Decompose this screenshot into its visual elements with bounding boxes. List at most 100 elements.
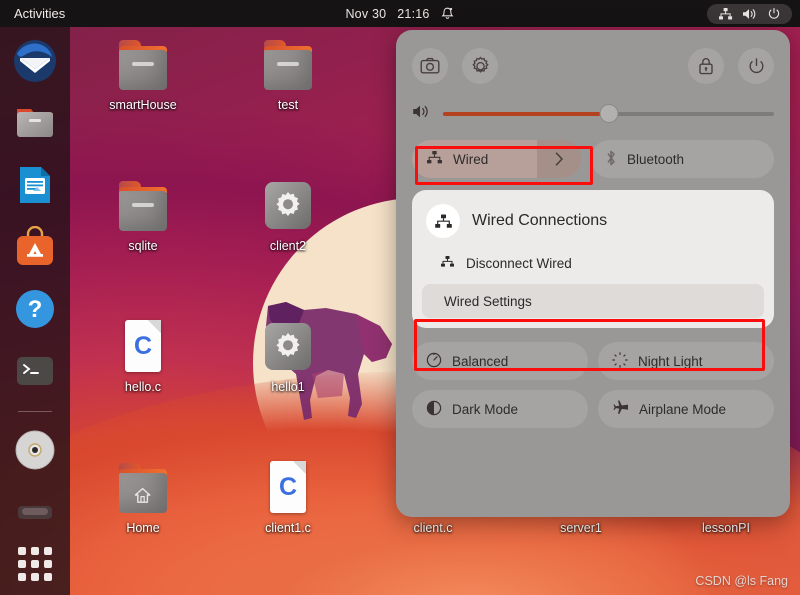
performance-gauge-icon bbox=[426, 352, 442, 371]
desktop-icon-test[interactable]: test bbox=[234, 36, 342, 112]
network-toggle-row: Wired Bluetooth bbox=[412, 140, 774, 178]
quick-toggles-grid: Balanced Night Light Dark Mode Airplane … bbox=[412, 342, 774, 428]
c-source-file-icon: C bbox=[114, 318, 172, 374]
wired-network-icon bbox=[426, 150, 443, 168]
desktop-icon-client1-c[interactable]: C client1.c bbox=[234, 459, 342, 535]
desktop-icon-label: smartHouse bbox=[109, 98, 177, 112]
night-light-toggle[interactable]: Night Light bbox=[598, 342, 774, 380]
desktop-icon-smarthouse[interactable]: smartHouse bbox=[89, 36, 197, 112]
power-icon bbox=[767, 7, 781, 21]
desktop-icon-hello-c[interactable]: C hello.c bbox=[89, 318, 197, 394]
night-light-toggle-label: Night Light bbox=[638, 353, 703, 369]
lock-icon bbox=[699, 58, 713, 75]
folder-icon bbox=[114, 177, 172, 233]
grid-dot bbox=[31, 573, 39, 581]
wired-network-icon bbox=[440, 255, 455, 271]
desktop-icon-label: sqlite bbox=[128, 239, 158, 253]
clock-area[interactable]: Nov 30 21:16 bbox=[345, 6, 454, 21]
desktop-icon-label: Home bbox=[126, 521, 160, 535]
desktop-icon-label: hello1 bbox=[271, 380, 305, 394]
screenshot-button[interactable] bbox=[412, 48, 448, 84]
airplane-icon bbox=[612, 400, 629, 419]
wired-settings-label: Wired Settings bbox=[444, 293, 532, 309]
executable-gear-icon bbox=[259, 318, 317, 374]
watermark: CSDN @ls Fang bbox=[695, 574, 788, 588]
grid-dot bbox=[18, 573, 26, 581]
grid-dot bbox=[44, 547, 52, 555]
bluetooth-toggle-label: Bluetooth bbox=[627, 151, 685, 167]
desktop-icon-label: server1 bbox=[560, 521, 602, 535]
wired-toggle[interactable]: Wired bbox=[412, 140, 581, 178]
airplane-mode-toggle-label: Airplane Mode bbox=[639, 401, 727, 417]
disconnect-wired-label: Disconnect Wired bbox=[466, 255, 572, 271]
lock-button[interactable] bbox=[688, 48, 724, 84]
bluetooth-toggle[interactable]: Bluetooth bbox=[591, 140, 774, 178]
balanced-toggle[interactable]: Balanced bbox=[412, 342, 588, 380]
volume-slider[interactable] bbox=[443, 104, 774, 123]
power-icon bbox=[749, 57, 763, 73]
svg-text:?: ? bbox=[28, 296, 43, 323]
bluetooth-icon bbox=[605, 149, 617, 170]
activities-button[interactable]: Activities bbox=[14, 6, 65, 21]
volume-icon bbox=[742, 7, 758, 21]
dock-separator bbox=[18, 411, 52, 412]
desktop-icon-label: hello.c bbox=[124, 380, 162, 394]
chevron-right-icon[interactable] bbox=[537, 140, 581, 178]
grid-dot bbox=[18, 560, 26, 568]
c-source-file-icon: C bbox=[259, 459, 317, 515]
executable-gear-icon bbox=[259, 177, 317, 233]
top-bar: Activities Nov 30 21:16 bbox=[0, 0, 800, 27]
dock-item-cd-drive[interactable] bbox=[11, 426, 59, 474]
dark-mode-toggle[interactable]: Dark Mode bbox=[412, 390, 588, 428]
desktop-icon-label: client2 bbox=[269, 239, 307, 253]
screenshot-icon bbox=[420, 57, 440, 74]
wired-toggle-label: Wired bbox=[453, 151, 489, 167]
dock-item-thunderbird[interactable] bbox=[11, 37, 59, 85]
dock-item-terminal[interactable] bbox=[11, 347, 59, 395]
folder-icon bbox=[114, 36, 172, 92]
power-button[interactable] bbox=[738, 48, 774, 84]
clock-date: Nov 30 bbox=[345, 6, 387, 21]
dock-item-libreoffice-writer[interactable] bbox=[11, 161, 59, 209]
disconnect-wired-item[interactable]: Disconnect Wired bbox=[422, 246, 764, 280]
desktop-icon-label: client1.c bbox=[265, 521, 311, 535]
desktop-icon-label: client.c bbox=[413, 521, 453, 535]
system-menu-button[interactable] bbox=[707, 3, 792, 24]
settings-gear-icon bbox=[471, 56, 489, 73]
wired-settings-item[interactable]: Wired Settings bbox=[422, 284, 764, 318]
grid-dot bbox=[44, 560, 52, 568]
dock-item-ubuntu-software[interactable] bbox=[11, 223, 59, 271]
dock-item-help[interactable]: ? bbox=[11, 285, 59, 333]
grid-dot bbox=[31, 547, 39, 555]
submenu-header: Wired Connections bbox=[422, 202, 764, 242]
desktop-icon-hello1[interactable]: hello1 bbox=[234, 318, 342, 394]
bell-icon[interactable] bbox=[441, 6, 455, 21]
night-light-icon bbox=[612, 351, 628, 371]
dock-item-trash[interactable] bbox=[11, 488, 59, 536]
desktop-icon-label: test bbox=[277, 98, 299, 112]
airplane-mode-toggle[interactable]: Airplane Mode bbox=[598, 390, 774, 428]
grid-dot bbox=[44, 573, 52, 581]
balanced-toggle-label: Balanced bbox=[452, 353, 509, 369]
dark-mode-toggle-label: Dark Mode bbox=[452, 401, 519, 417]
volume-slider-handle[interactable] bbox=[599, 104, 618, 123]
wired-connections-submenu: Wired Connections Disconnect Wired Wired… bbox=[412, 190, 774, 328]
volume-icon[interactable] bbox=[412, 103, 431, 125]
desktop-icon-client2[interactable]: client2 bbox=[234, 177, 342, 253]
quick-settings-panel: Wired Bluetooth Wired Connections Discon… bbox=[396, 30, 790, 517]
desktop-screen: Activities Nov 30 21:16 ? smartHouse tes… bbox=[0, 0, 800, 595]
settings-button[interactable] bbox=[462, 48, 498, 84]
clock-time: 21:16 bbox=[397, 6, 430, 21]
desktop-icon-label: lessonPI bbox=[702, 521, 750, 535]
show-applications-button[interactable] bbox=[18, 547, 52, 581]
dock: ? bbox=[0, 27, 70, 595]
desktop-icon-home[interactable]: Home bbox=[89, 459, 197, 535]
volume-slider-fill bbox=[443, 112, 609, 116]
desktop-icon-sqlite[interactable]: sqlite bbox=[89, 177, 197, 253]
grid-dot bbox=[18, 547, 26, 555]
submenu-title: Wired Connections bbox=[472, 212, 608, 229]
panel-top-row bbox=[412, 44, 774, 88]
volume-row bbox=[412, 102, 774, 126]
dark-mode-icon bbox=[426, 400, 442, 419]
dock-item-files[interactable] bbox=[11, 99, 59, 147]
